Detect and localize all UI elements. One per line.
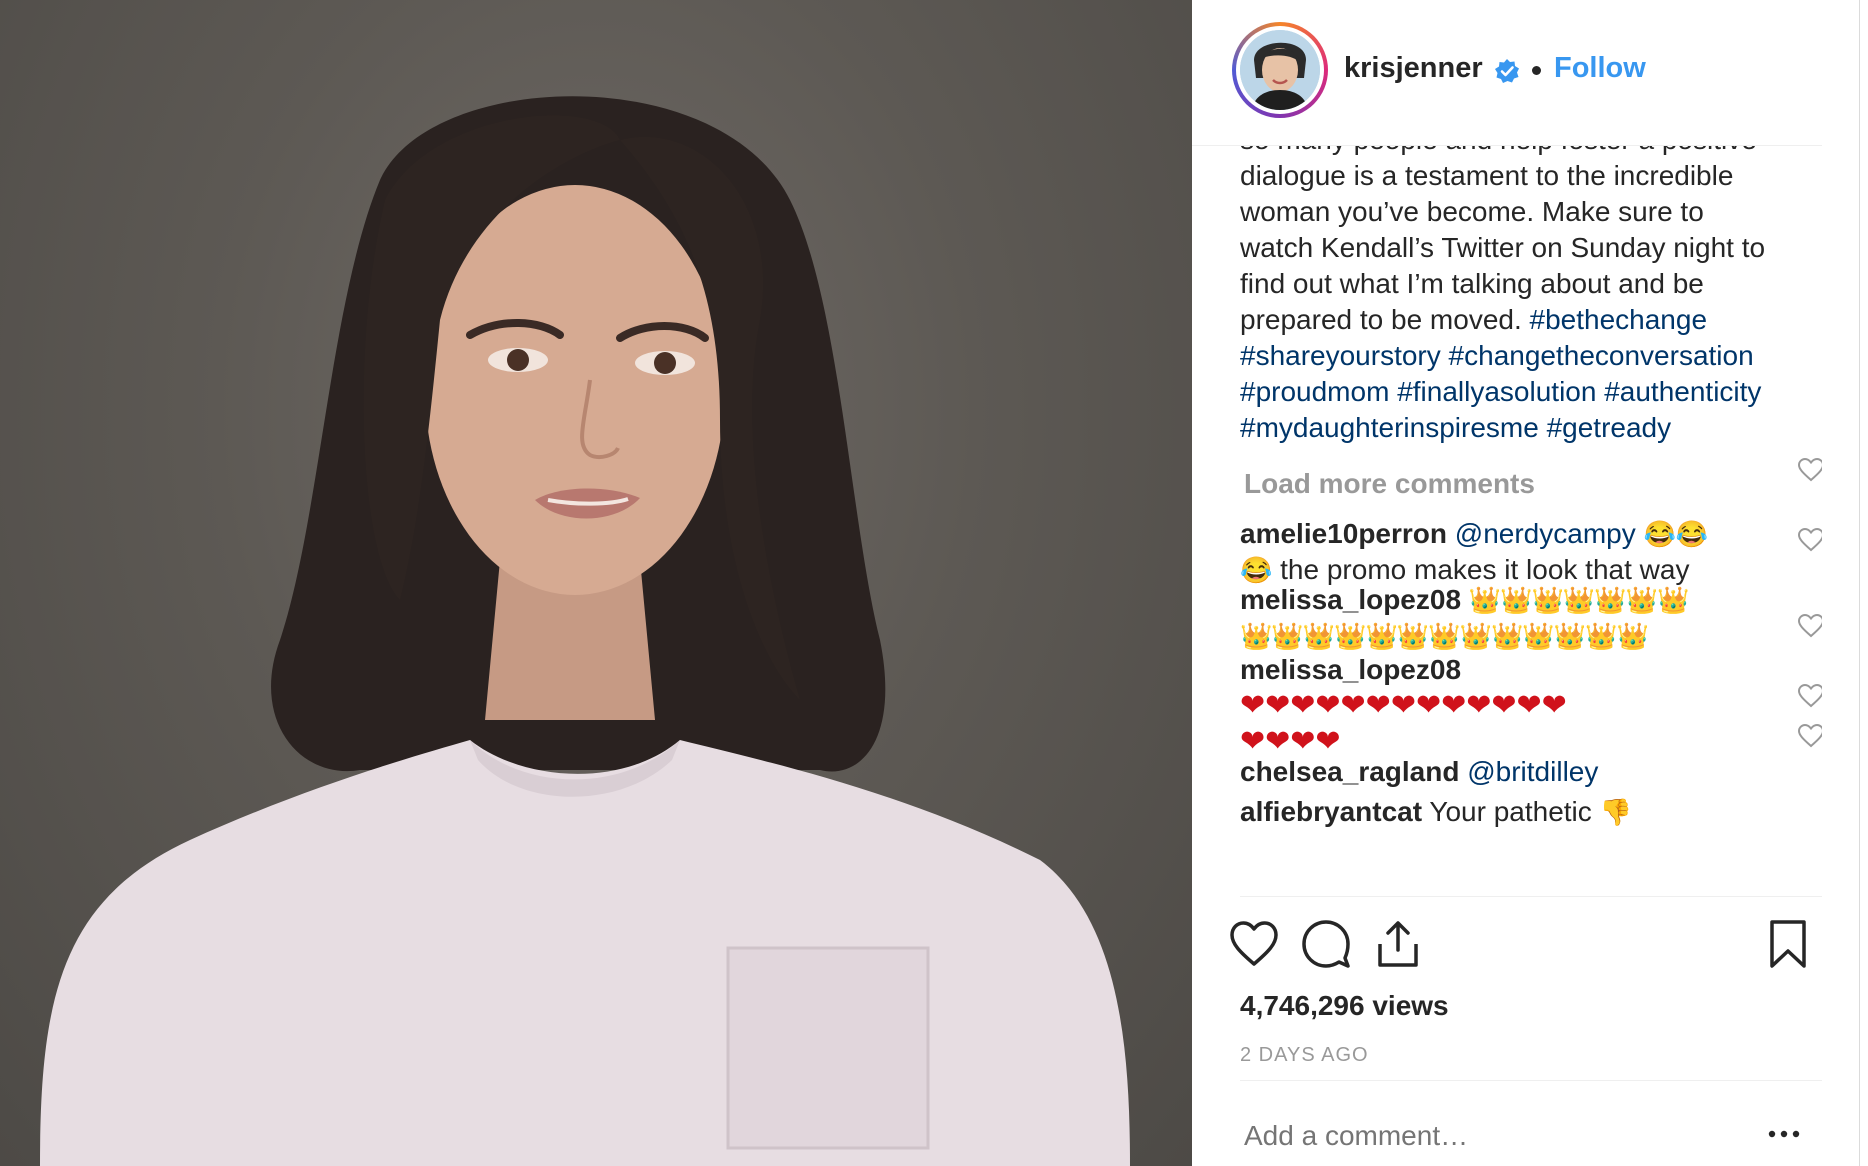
- post-timestamp[interactable]: 2 DAYS AGO: [1240, 1044, 1369, 1067]
- heart-icon[interactable]: [1228, 918, 1280, 970]
- add-comment-input[interactable]: [1244, 1120, 1704, 1152]
- more-options-icon[interactable]: [1766, 1122, 1802, 1146]
- caption-line: #shareyourstory #changetheconversation: [1240, 338, 1822, 374]
- divider: [1240, 1080, 1822, 1081]
- comment-item: amelie10perron @nerdycampy 😂😂 😂 the prom…: [1240, 516, 1780, 588]
- hashtag-link[interactable]: #finallyasolution: [1397, 376, 1596, 407]
- verified-badge-icon: [1495, 59, 1519, 83]
- comment-username[interactable]: alfiebryantcat: [1240, 796, 1422, 827]
- avatar[interactable]: [1232, 22, 1328, 118]
- caption-line: prepared to be moved. #bethechange: [1240, 302, 1822, 338]
- caption-line: find out what I’m talking about and be: [1240, 268, 1704, 299]
- hashtag-link[interactable]: #bethechange: [1530, 304, 1708, 335]
- scroll-edge: [1859, 0, 1868, 1166]
- crown-emoji-row: 👑👑👑👑👑👑👑: [1468, 585, 1690, 615]
- caption-line: #proudmom #finallyasolution #authenticit…: [1240, 374, 1822, 410]
- load-more-comments-button[interactable]: Load more comments: [1244, 468, 1535, 500]
- caption-line: watch Kendall’s Twitter on Sunday night …: [1240, 232, 1766, 263]
- hashtag-link[interactable]: #changetheconversation: [1449, 340, 1754, 371]
- hashtag-link[interactable]: #authenticity: [1604, 376, 1761, 407]
- comment-username[interactable]: amelie10perron: [1240, 518, 1447, 549]
- like-comment-heart-icon[interactable]: [1798, 684, 1822, 708]
- comment-username[interactable]: melissa_lopez08: [1240, 584, 1461, 615]
- follow-button[interactable]: Follow: [1554, 52, 1646, 85]
- like-comment-heart-icon[interactable]: [1798, 528, 1822, 552]
- share-icon[interactable]: [1372, 918, 1424, 970]
- like-comment-heart-icon[interactable]: [1798, 614, 1822, 638]
- post-sidebar: krisjenner Follow so many people and hel…: [1192, 0, 1868, 1166]
- comment-text: Your pathetic: [1429, 796, 1592, 827]
- comment-item: melissa_lopez08 👑👑👑👑👑👑👑 👑👑👑👑👑👑👑👑👑👑👑👑👑: [1240, 582, 1780, 654]
- comment-mention[interactable]: @nerdycampy: [1455, 518, 1636, 549]
- laughing-emoji: 😂😂: [1643, 519, 1709, 549]
- comment-icon[interactable]: [1300, 918, 1352, 970]
- comment-item: chelsea_ragland @britdilley: [1240, 754, 1780, 790]
- video-frame-woman: [40, 96, 1130, 1166]
- separator-dot: [1532, 66, 1541, 75]
- comment-username[interactable]: melissa_lopez08: [1240, 654, 1461, 685]
- post-caption: so many people and help foster a positiv…: [1240, 146, 1822, 446]
- comment-text: the promo makes it look that way: [1272, 554, 1690, 585]
- comment-mention[interactable]: @britdilley: [1467, 756, 1598, 787]
- post-actions-bar: [1228, 918, 1822, 978]
- hashtag-link[interactable]: #mydaughterinspiresme: [1240, 412, 1539, 443]
- caption-line: woman you’ve become. Make sure to: [1240, 196, 1704, 227]
- post-username[interactable]: krisjenner: [1344, 52, 1483, 85]
- caption-line: dialogue is a testament to the incredibl…: [1240, 160, 1734, 191]
- caption-line: #mydaughterinspiresme #getready: [1240, 410, 1822, 446]
- caption-text: prepared to be moved.: [1240, 304, 1530, 335]
- laughing-emoji: 😂: [1240, 555, 1273, 585]
- red-heart-emoji-row: ❤❤❤❤❤❤❤❤❤❤❤❤❤: [1240, 689, 1567, 722]
- view-count[interactable]: 4,746,296 views: [1240, 990, 1449, 1022]
- caption-line: so many people and help foster a positiv…: [1240, 146, 1822, 158]
- hashtag-link[interactable]: #getready: [1547, 412, 1672, 443]
- like-comment-heart-icon[interactable]: [1798, 724, 1822, 748]
- post-video[interactable]: [0, 0, 1192, 1166]
- comments-list[interactable]: so many people and help foster a positiv…: [1240, 146, 1822, 897]
- like-comment-heart-icon[interactable]: [1798, 458, 1822, 482]
- crown-emoji-row: 👑👑👑👑👑👑👑👑👑👑👑👑👑: [1240, 621, 1649, 651]
- post-header: krisjenner Follow: [1192, 0, 1822, 146]
- comment-item: melissa_lopez08 ❤❤❤❤❤❤❤❤❤❤❤❤❤ ❤❤❤❤: [1240, 652, 1780, 760]
- thumbs-down-emoji: 👎: [1599, 797, 1632, 827]
- comment-item: alfiebryantcat Your pathetic 👎: [1240, 794, 1780, 830]
- hashtag-link[interactable]: #shareyourstory: [1240, 340, 1441, 371]
- comment-username[interactable]: chelsea_ragland: [1240, 756, 1459, 787]
- hashtag-link[interactable]: #proudmom: [1240, 376, 1389, 407]
- bookmark-icon[interactable]: [1762, 918, 1814, 970]
